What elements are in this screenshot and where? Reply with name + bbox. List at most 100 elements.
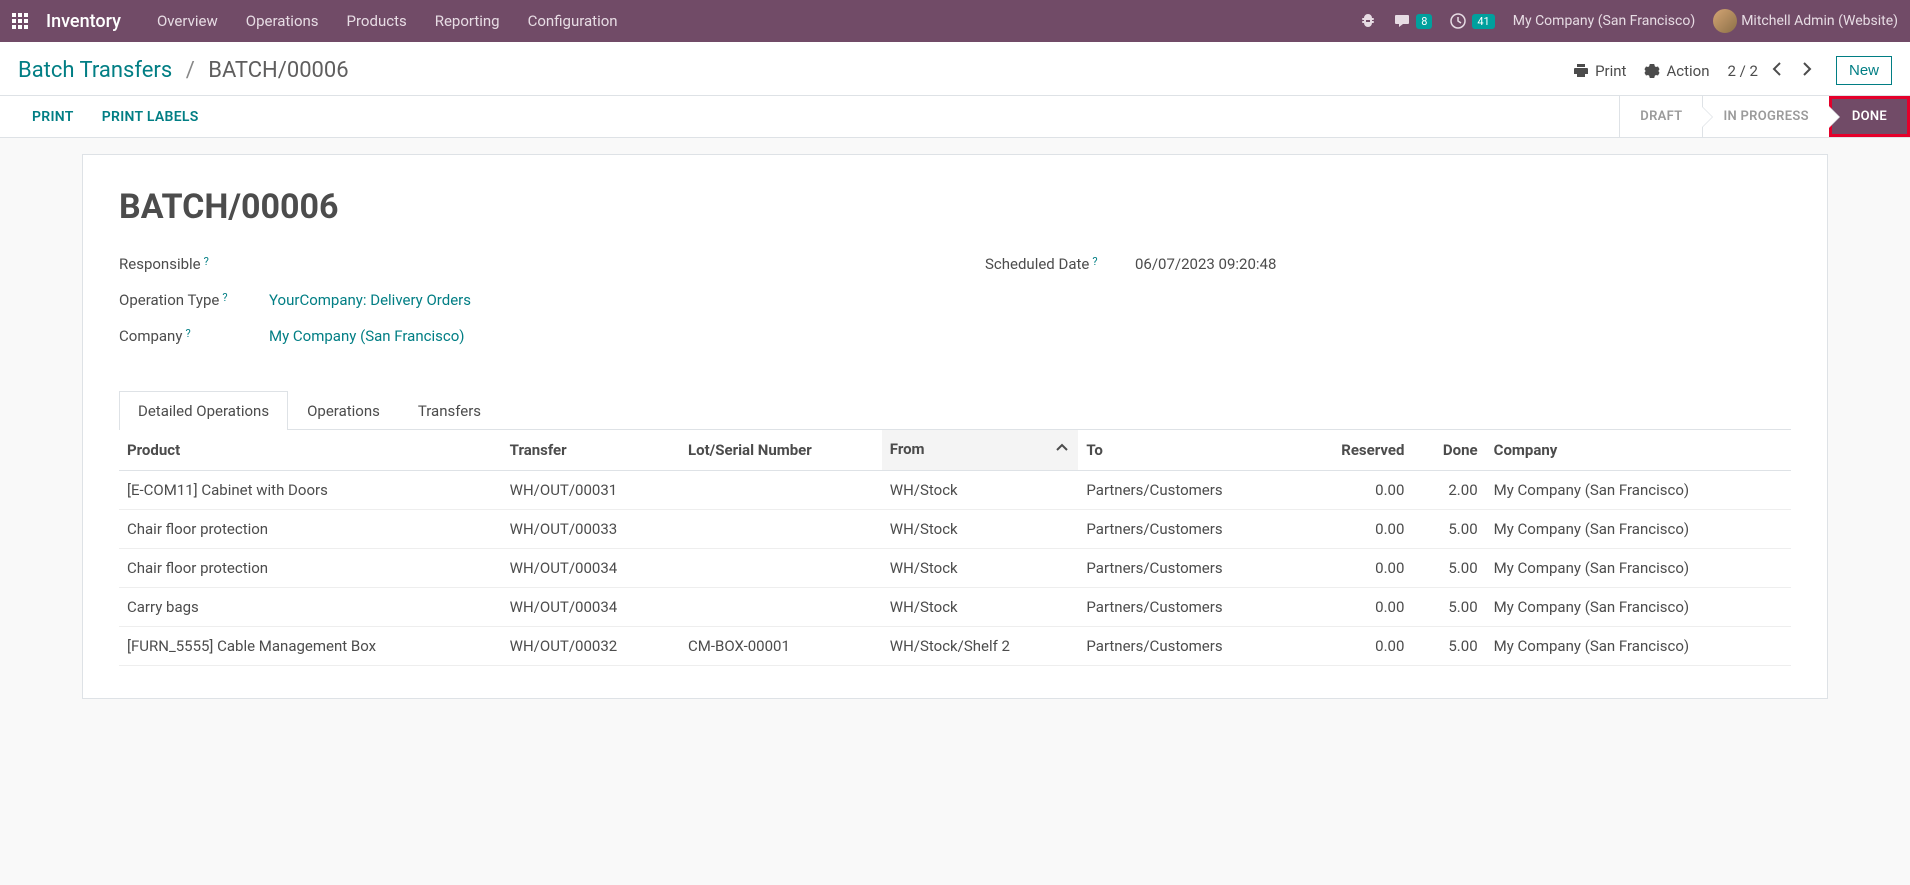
cell-transfer: WH/OUT/00032 <box>502 627 680 666</box>
tab-detailed-operations[interactable]: Detailed Operations <box>119 391 288 430</box>
user-name: Mitchell Admin (Website) <box>1741 13 1898 29</box>
label-scheduled-date: Scheduled Date <box>985 255 1089 273</box>
gear-icon <box>1644 63 1660 79</box>
breadcrumb-separator: / <box>186 58 195 83</box>
tab-transfers[interactable]: Transfers <box>399 391 500 430</box>
debug-icon[interactable] <box>1360 13 1376 29</box>
cell-reserved: 0.00 <box>1298 549 1412 588</box>
print-label: Print <box>1595 62 1626 80</box>
action-label: Action <box>1666 62 1709 80</box>
cell-to: Partners/Customers <box>1078 510 1298 549</box>
new-button[interactable]: New <box>1836 56 1892 85</box>
form-sheet: BATCH/00006 Responsible ? Operation Type… <box>82 154 1828 699</box>
value-responsible[interactable] <box>269 255 925 273</box>
pager-prev[interactable] <box>1766 59 1790 83</box>
navbar: Inventory Overview Operations Products R… <box>0 0 1910 42</box>
cell-to: Partners/Customers <box>1078 471 1298 510</box>
print-icon <box>1573 63 1589 79</box>
status-in-progress[interactable]: IN PROGRESS <box>1702 96 1828 137</box>
cell-from: WH/Stock <box>882 510 1079 549</box>
cell-from: WH/Stock/Shelf 2 <box>882 627 1079 666</box>
pager-next[interactable] <box>1794 59 1818 83</box>
cell-from: WH/Stock <box>882 549 1079 588</box>
label-responsible: Responsible <box>119 255 201 273</box>
print-labels-button[interactable]: PRINT LABELS <box>102 109 199 125</box>
cell-reserved: 0.00 <box>1298 627 1412 666</box>
cell-from: WH/Stock <box>882 471 1079 510</box>
table-row[interactable]: [FURN_5555] Cable Management Box WH/OUT/… <box>119 627 1791 666</box>
help-icon[interactable]: ? <box>185 327 190 340</box>
th-transfer[interactable]: Transfer <box>502 430 680 471</box>
status-draft[interactable]: DRAFT <box>1619 96 1702 137</box>
th-company[interactable]: Company <box>1486 430 1791 471</box>
cell-lot: CM-BOX-00001 <box>680 627 882 666</box>
cell-product: Chair floor protection <box>119 549 502 588</box>
th-lot[interactable]: Lot/Serial Number <box>680 430 882 471</box>
pager: 2 / 2 <box>1727 59 1818 83</box>
cell-product: [E-COM11] Cabinet with Doors <box>119 471 502 510</box>
nav-products[interactable]: Products <box>347 12 407 30</box>
cell-transfer: WH/OUT/00031 <box>502 471 680 510</box>
messaging-icon[interactable]: 8 <box>1394 13 1432 29</box>
value-operation-type[interactable]: YourCompany: Delivery Orders <box>269 291 471 309</box>
form-container: BATCH/00006 Responsible ? Operation Type… <box>0 138 1910 739</box>
cell-done: 5.00 <box>1412 549 1485 588</box>
action-dropdown[interactable]: Action <box>1644 62 1709 80</box>
cell-done: 5.00 <box>1412 510 1485 549</box>
cell-reserved: 0.00 <box>1298 510 1412 549</box>
table-row[interactable]: [E-COM11] Cabinet with Doors WH/OUT/0003… <box>119 471 1791 510</box>
value-company[interactable]: My Company (San Francisco) <box>269 327 464 345</box>
table-row[interactable]: Chair floor protection WH/OUT/00033 WH/S… <box>119 510 1791 549</box>
value-scheduled-date[interactable]: 06/07/2023 09:20:48 <box>1135 255 1791 273</box>
breadcrumb: Batch Transfers / BATCH/00006 <box>18 58 349 83</box>
nav-reporting[interactable]: Reporting <box>435 12 500 30</box>
cell-product: Carry bags <box>119 588 502 627</box>
th-from[interactable]: From <box>882 430 1079 471</box>
th-reserved[interactable]: Reserved <box>1298 430 1412 471</box>
help-icon[interactable]: ? <box>1092 255 1097 268</box>
messages-badge: 8 <box>1416 14 1432 29</box>
cell-company: My Company (San Francisco) <box>1486 510 1791 549</box>
cell-lot <box>680 510 882 549</box>
chevron-left-icon <box>1770 61 1786 77</box>
th-from-label: From <box>890 440 925 458</box>
app-brand[interactable]: Inventory <box>46 11 121 32</box>
print-dropdown[interactable]: Print <box>1573 62 1626 80</box>
cell-to: Partners/Customers <box>1078 588 1298 627</box>
statusbar: DRAFT IN PROGRESS DONE <box>1619 96 1910 137</box>
tab-operations[interactable]: Operations <box>288 391 399 430</box>
th-product[interactable]: Product <box>119 430 502 471</box>
table-row[interactable]: Carry bags WH/OUT/00034 WH/Stock Partner… <box>119 588 1791 627</box>
status-done[interactable]: DONE <box>1829 96 1910 137</box>
cell-reserved: 0.00 <box>1298 588 1412 627</box>
print-button[interactable]: PRINT <box>32 109 74 125</box>
label-operation-type: Operation Type <box>119 291 219 309</box>
label-company: Company <box>119 327 182 345</box>
cell-product: [FURN_5555] Cable Management Box <box>119 627 502 666</box>
cell-to: Partners/Customers <box>1078 549 1298 588</box>
cell-company: My Company (San Francisco) <box>1486 627 1791 666</box>
activity-badge: 41 <box>1472 14 1494 29</box>
activity-icon[interactable]: 41 <box>1450 13 1494 29</box>
apps-icon[interactable] <box>12 13 28 29</box>
help-icon[interactable]: ? <box>222 291 227 304</box>
pager-value[interactable]: 2 / 2 <box>1727 62 1758 80</box>
cell-lot <box>680 549 882 588</box>
th-to[interactable]: To <box>1078 430 1298 471</box>
operations-table: Product Transfer Lot/Serial Number From … <box>119 430 1791 666</box>
nav-configuration[interactable]: Configuration <box>528 12 618 30</box>
cell-transfer: WH/OUT/00034 <box>502 549 680 588</box>
cell-done: 5.00 <box>1412 627 1485 666</box>
company-selector[interactable]: My Company (San Francisco) <box>1513 13 1695 29</box>
help-icon[interactable]: ? <box>204 255 209 268</box>
breadcrumb-current: BATCH/00006 <box>208 58 348 83</box>
th-done[interactable]: Done <box>1412 430 1485 471</box>
table-row[interactable]: Chair floor protection WH/OUT/00034 WH/S… <box>119 549 1791 588</box>
user-menu[interactable]: Mitchell Admin (Website) <box>1713 9 1898 33</box>
nav-overview[interactable]: Overview <box>157 12 218 30</box>
cell-company: My Company (San Francisco) <box>1486 588 1791 627</box>
cell-company: My Company (San Francisco) <box>1486 549 1791 588</box>
breadcrumb-parent[interactable]: Batch Transfers <box>18 58 172 83</box>
tabs: Detailed Operations Operations Transfers <box>119 391 1791 430</box>
nav-operations[interactable]: Operations <box>246 12 319 30</box>
